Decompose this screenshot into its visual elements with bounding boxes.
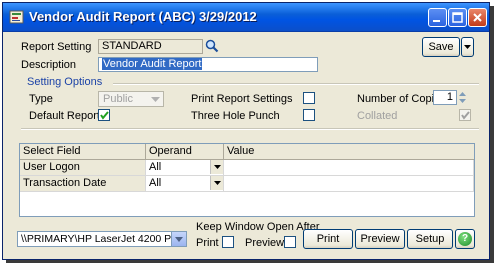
chevron-down-icon bbox=[151, 97, 160, 102]
three-hole-punch-label: Three Hole Punch bbox=[191, 110, 280, 122]
help-icon: ? bbox=[458, 232, 472, 246]
selection-grid: Select Field Operand Value User Logon Al… bbox=[19, 143, 475, 217]
default-report-checkbox[interactable] bbox=[98, 109, 110, 121]
preview-button-label: Preview bbox=[360, 233, 400, 245]
printer-value: \\PRIMARY\HP LaserJet 4200 PCL 6 bbox=[21, 233, 187, 245]
title-bar[interactable]: Vendor Audit Report (ABC) 3/29/2012 bbox=[3, 3, 489, 32]
row-2-field: Transaction Date bbox=[20, 176, 146, 192]
maximize-button[interactable] bbox=[448, 8, 467, 27]
options-bottom-divider bbox=[21, 128, 479, 130]
save-button-label: Save bbox=[428, 41, 454, 53]
chevron-down-icon[interactable] bbox=[210, 160, 223, 174]
column-header-value[interactable]: Value bbox=[224, 144, 474, 160]
row-2-operand[interactable]: All bbox=[146, 176, 224, 192]
type-label: Type bbox=[29, 93, 53, 105]
row-1-value[interactable] bbox=[224, 160, 474, 176]
row-1-operand[interactable]: All bbox=[146, 160, 224, 176]
collated-checkbox[interactable] bbox=[459, 109, 471, 121]
type-select[interactable]: Public bbox=[98, 91, 164, 107]
search-icon[interactable] bbox=[205, 39, 219, 53]
print-button[interactable]: Print bbox=[303, 229, 353, 249]
keep-window-open-label: Keep Window Open After bbox=[196, 221, 320, 233]
type-value: Public bbox=[103, 93, 133, 105]
setting-options-title: Setting Options bbox=[27, 76, 103, 88]
window-title: Vendor Audit Report (ABC) 3/29/2012 bbox=[29, 9, 257, 24]
row-1-field: User Logon bbox=[20, 160, 146, 176]
setup-button-label: Setup bbox=[415, 233, 445, 245]
preview-button[interactable]: Preview bbox=[355, 229, 405, 249]
chevron-down-icon[interactable] bbox=[171, 232, 186, 246]
chevron-down-icon[interactable] bbox=[210, 176, 223, 190]
keep-print-label: Print bbox=[196, 237, 219, 249]
column-header-operand[interactable]: Operand bbox=[146, 144, 224, 160]
minimize-button[interactable] bbox=[428, 8, 447, 27]
setup-button[interactable]: Setup bbox=[407, 229, 453, 249]
printer-select[interactable]: \\PRIMARY\HP LaserJet 4200 PCL 6 bbox=[17, 231, 187, 247]
print-report-settings-label: Print Report Settings bbox=[191, 93, 293, 105]
copies-input[interactable]: 1 bbox=[433, 90, 457, 105]
copies-spinner[interactable] bbox=[458, 90, 467, 105]
print-report-settings-checkbox[interactable] bbox=[303, 92, 315, 104]
row-2-value[interactable] bbox=[224, 176, 474, 192]
description-label: Description bbox=[21, 59, 77, 71]
save-options-button[interactable] bbox=[461, 37, 474, 57]
default-report-label: Default Report bbox=[29, 110, 100, 122]
description-field[interactable]: Vendor Audit Report bbox=[98, 57, 318, 72]
save-button[interactable]: Save bbox=[422, 37, 460, 57]
report-window: Vendor Audit Report (ABC) 3/29/2012 Repo… bbox=[2, 2, 490, 260]
setting-options-divider bbox=[113, 83, 479, 85]
keep-open-preview-checkbox[interactable] bbox=[284, 236, 296, 248]
report-setting-field[interactable]: STANDARD bbox=[98, 39, 203, 54]
print-button-label: Print bbox=[316, 233, 340, 245]
description-value: Vendor Audit Report bbox=[102, 58, 203, 70]
help-button[interactable]: ? bbox=[455, 229, 475, 249]
three-hole-punch-checkbox[interactable] bbox=[303, 109, 315, 121]
row-1-operand-value: All bbox=[149, 161, 162, 173]
app-icon bbox=[9, 9, 25, 25]
close-button[interactable] bbox=[468, 8, 487, 27]
report-setting-label: Report Setting bbox=[21, 41, 92, 53]
row-2-operand-value: All bbox=[149, 177, 162, 189]
keep-open-print-checkbox[interactable] bbox=[222, 236, 234, 248]
column-header-select-field[interactable]: Select Field bbox=[20, 144, 146, 160]
collated-label: Collated bbox=[357, 110, 398, 122]
keep-preview-label: Preview bbox=[245, 237, 285, 249]
